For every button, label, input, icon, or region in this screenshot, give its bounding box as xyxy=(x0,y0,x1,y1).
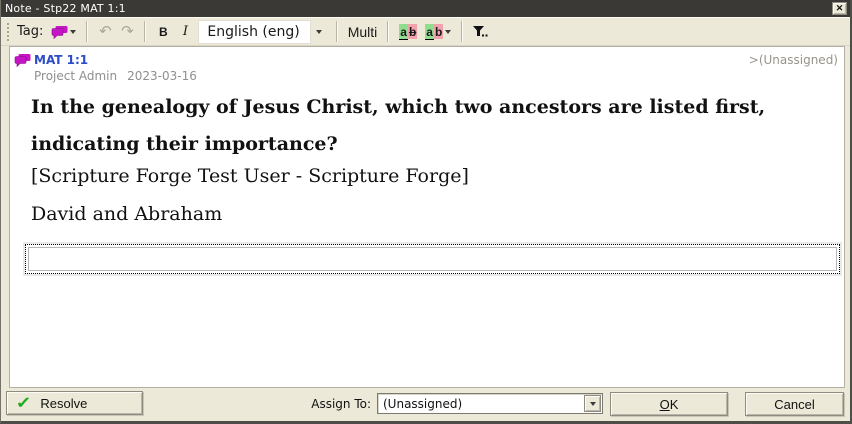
note-answer: David and Abraham xyxy=(31,203,222,225)
footer-bar: ✓ Resolve Assign To: (Unassigned) OK Can… xyxy=(1,388,850,421)
language-combobox[interactable]: English (eng) xyxy=(198,20,327,44)
note-question: In the genealogy of Jesus Christ, which … xyxy=(31,89,837,163)
assign-dropdown-button[interactable] xyxy=(584,395,601,412)
chevron-down-icon xyxy=(316,30,322,34)
language-dropdown-button[interactable] xyxy=(311,20,328,44)
note-window: Note - Stp22 MAT 1:1 ✕ Tag: ↶ ↷ B I Engl… xyxy=(0,0,852,424)
check-icon: ✓ xyxy=(16,393,32,413)
toolbar-separator xyxy=(86,21,88,42)
filter-icon xyxy=(473,26,489,38)
note-assignee: >(Unassigned) xyxy=(749,53,838,67)
bold-button[interactable]: B xyxy=(152,20,174,44)
close-button[interactable]: ✕ xyxy=(832,2,847,15)
toolbar-separator xyxy=(387,21,389,42)
resolve-label: Resolve xyxy=(40,396,87,411)
remove-highlight-button[interactable]: ab xyxy=(395,20,421,44)
note-date: 2023-03-16 xyxy=(127,69,197,83)
language-value[interactable]: English (eng) xyxy=(198,20,310,44)
note-meta: Project Admin 2023-03-16 xyxy=(34,69,197,83)
highlight-icon: ab xyxy=(425,26,443,38)
comment-tag-icon xyxy=(51,25,68,39)
redo-icon: ↷ xyxy=(121,24,134,39)
cancel-button[interactable]: Cancel xyxy=(745,392,844,416)
tag-button[interactable] xyxy=(47,20,80,44)
note-panel: MAT 1:1 >(Unassigned) Project Admin 2023-… xyxy=(9,46,845,388)
note-reference: MAT 1:1 xyxy=(34,53,88,67)
reply-box xyxy=(23,242,842,276)
redo-button[interactable]: ↷ xyxy=(116,20,138,44)
window-title: Note - Stp22 MAT 1:1 xyxy=(5,2,832,15)
multi-button[interactable]: Multi xyxy=(344,20,382,44)
assign-to-label: Assign To: xyxy=(301,397,371,411)
assign-to-dropdown[interactable]: (Unassigned) xyxy=(377,393,603,414)
assign-to-value: (Unassigned) xyxy=(378,397,584,411)
reply-input[interactable] xyxy=(28,247,837,271)
highlight-button[interactable]: ab xyxy=(421,20,455,44)
note-header: MAT 1:1 >(Unassigned) xyxy=(13,53,838,67)
chevron-down-icon xyxy=(70,30,76,34)
undo-icon: ↶ xyxy=(99,24,112,39)
note-author: Project Admin xyxy=(34,69,117,83)
chevron-down-icon xyxy=(445,30,451,34)
reply-focus-ring xyxy=(25,244,840,274)
italic-button[interactable]: I xyxy=(174,20,196,44)
highlight-strike-icon: ab xyxy=(399,26,417,38)
chevron-down-icon xyxy=(590,402,596,406)
toolbar-separator xyxy=(461,21,463,42)
toolbar-separator xyxy=(336,21,338,42)
undo-button[interactable]: ↶ xyxy=(94,20,116,44)
note-comment-icon xyxy=(14,53,31,67)
ok-label: OK xyxy=(660,397,679,412)
ok-button[interactable]: OK xyxy=(610,392,728,416)
resolve-button[interactable]: ✓ Resolve xyxy=(6,391,143,415)
note-attribution: [Scripture Forge Test User - Scripture F… xyxy=(31,165,469,187)
close-icon: ✕ xyxy=(836,3,844,13)
titlebar[interactable]: Note - Stp22 MAT 1:1 ✕ xyxy=(1,0,850,17)
toolbar: Tag: ↶ ↷ B I English (eng) Multi ab xyxy=(1,17,850,46)
tag-label: Tag: xyxy=(17,24,43,39)
toolbar-separator xyxy=(144,21,146,42)
toolbar-grip[interactable] xyxy=(7,23,9,41)
filter-button[interactable] xyxy=(469,20,493,44)
